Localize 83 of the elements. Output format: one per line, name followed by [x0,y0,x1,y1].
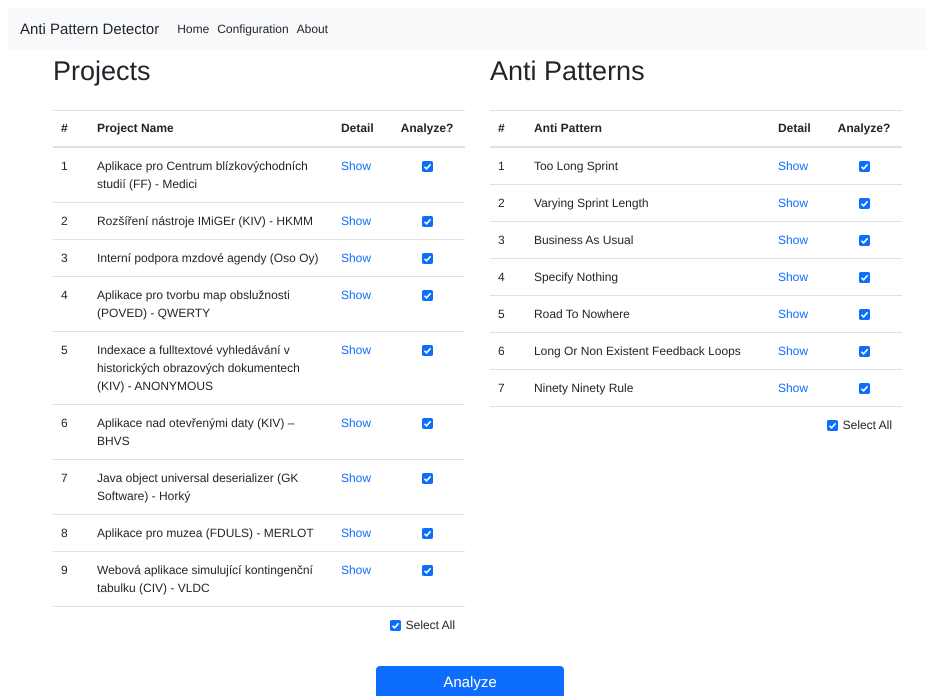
table-cell: 2 [490,184,526,222]
show-link[interactable]: Show [341,563,372,577]
analyze-button[interactable]: Analyze [376,666,564,696]
show-link[interactable]: Show [341,526,372,540]
table-cell: Interní podpora mzdové agendy (Oso Oy) [89,240,333,276]
show-link[interactable]: Show [778,196,808,210]
table-cell: Long Or Non Existent Feedback Loops [526,332,770,370]
checkbox[interactable] [826,420,838,430]
table-cell: 5 [53,332,89,404]
column-header: # [53,110,89,147]
checkbox[interactable] [422,565,432,576]
show-link[interactable]: Show [341,416,372,430]
table-cell: Java object universal deserializer (GK Software) - Horký [89,460,333,514]
table-cell: 4 [490,258,526,296]
table-cell: 1 [53,147,89,202]
select-all-label: Select All [406,618,455,632]
table-cell: 3 [490,222,526,258]
checkbox[interactable] [422,528,432,540]
column-header: Analyze? [826,110,902,147]
column-header: Anti Pattern [526,110,770,147]
checkbox[interactable] [422,290,432,302]
table-cell: 8 [53,514,89,552]
select-all-label: Select All [842,418,892,432]
table-cell: Varying Sprint Length [526,184,770,222]
table-cell: 6 [490,332,526,370]
table-cell: Webová aplikace simulující kontingenční tabulku (CIV) - VLDC [89,552,333,606]
section-title: Anti Patterns [490,55,646,88]
checkbox[interactable] [858,272,870,284]
checkbox[interactable] [390,620,401,630]
show-link[interactable]: Show [341,214,372,228]
column-header: Detail [333,110,389,147]
column-header: Analyze? [389,110,465,147]
show-link[interactable]: Show [341,471,372,485]
table-cell: Road To Nowhere [526,296,770,332]
table-cell: Rozšíření nástroje IMiGEr (KIV) - HKMM [89,202,333,240]
show-link[interactable]: Show [778,381,808,395]
show-link[interactable]: Show [341,251,372,265]
table-cell: Too Long Sprint [526,147,770,184]
table-cell: 2 [53,202,89,240]
checkbox[interactable] [422,216,432,228]
table-cell: 7 [53,460,89,514]
table-cell: Ninety Ninety Rule [526,370,770,406]
checkbox[interactable] [858,161,870,172]
checkbox[interactable] [422,161,432,172]
table-cell: 9 [53,552,89,606]
checkbox[interactable] [858,383,870,394]
checkbox[interactable] [858,198,870,210]
table-cell: 7 [490,370,526,406]
brand[interactable]: Anti Pattern Detector [20,20,160,38]
table-cell: 4 [53,276,89,332]
show-link[interactable]: Show [341,343,372,357]
table-cell: Aplikace pro tvorbu map obslužnosti (POVED) - QWERTY [89,276,333,332]
show-link[interactable]: Show [778,307,808,321]
checkbox[interactable] [858,235,870,246]
table-cell: 5 [490,296,526,332]
checkbox[interactable] [422,253,432,264]
checkbox[interactable] [422,418,432,430]
column-header: # [490,110,526,147]
table-cell: Aplikace pro Centrum blízkovýchodních studií (FF) - Medici [89,147,333,202]
show-link[interactable]: Show [341,288,372,302]
checkbox[interactable] [422,345,432,356]
table-cell: 6 [53,404,89,460]
show-link[interactable]: Show [341,159,372,173]
table-cell: Aplikace pro muzea (FDULS) - MERLOT [89,514,333,552]
table-cell: 3 [53,240,89,276]
show-link[interactable]: Show [778,159,808,173]
show-link[interactable]: Show [778,233,808,247]
table-cell: Indexace a fulltextové vyhledávání v historických obrazových dokumentech (KIV) - ANONYMOUS [89,332,333,404]
section-title: Projects [53,55,152,88]
checkbox[interactable] [858,346,870,358]
checkbox[interactable] [422,473,432,484]
table-cell: Specify Nothing [526,258,770,296]
show-link[interactable]: Show [778,270,808,284]
column-header: Project Name [89,110,333,147]
table-cell: 1 [490,147,526,184]
nav-link[interactable]: About [296,22,328,36]
nav-link[interactable]: Configuration [217,22,289,36]
table-cell: Business As Usual [526,222,770,258]
column-header: Detail [770,110,826,147]
show-link[interactable]: Show [778,344,808,358]
table-cell: Aplikace nad otevřenými daty (KIV) – BHVS [89,404,333,460]
checkbox[interactable] [858,309,870,320]
nav-link[interactable]: Home [177,22,210,36]
